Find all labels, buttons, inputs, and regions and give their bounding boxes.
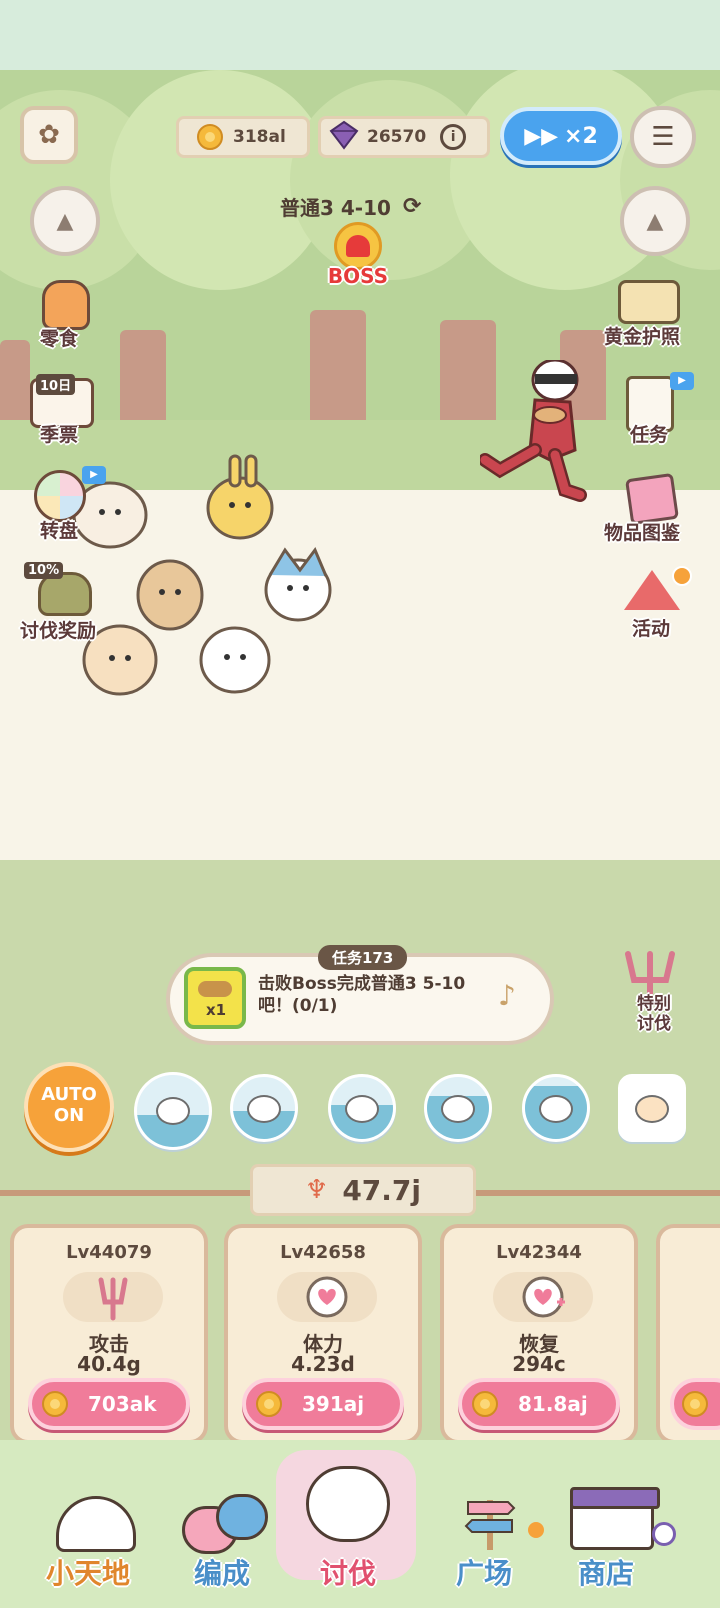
boss-button[interactable]: BOSS bbox=[322, 222, 394, 292]
coin-counter: 318al bbox=[176, 116, 310, 158]
upgrade-stamina-button[interactable]: 391aj bbox=[242, 1378, 404, 1430]
stat-level: Lv44079 bbox=[66, 1242, 152, 1263]
heart-plus-icon bbox=[493, 1272, 593, 1322]
special-raid-button[interactable]: 特别讨伐 bbox=[604, 950, 700, 1040]
gem-icon bbox=[329, 120, 359, 155]
info-icon[interactable]: i bbox=[440, 124, 467, 150]
passport-icon bbox=[618, 280, 680, 324]
gem-amount: 26570 bbox=[367, 127, 427, 147]
coin-icon bbox=[472, 1391, 498, 1417]
stat-value: 40.4g bbox=[77, 1352, 141, 1376]
notification-dot bbox=[672, 566, 692, 586]
gold-passport-button[interactable]: 黄金护照 bbox=[604, 278, 704, 358]
stat-card-partial bbox=[656, 1224, 720, 1444]
stat-level: Lv42658 bbox=[280, 1242, 366, 1263]
raid-reward-button[interactable]: 10% 讨伐奖励 bbox=[20, 562, 140, 646]
upgrade-recovery-button[interactable]: 81.8aj bbox=[458, 1378, 620, 1430]
upgrade-button-partial[interactable] bbox=[670, 1378, 720, 1430]
trident-icon bbox=[620, 950, 680, 997]
stat-card-stamina: Lv42658 体力 4.23d 391aj bbox=[224, 1224, 422, 1444]
nav-raid[interactable]: 讨伐 bbox=[270, 1444, 420, 1604]
speed-label: ×2 bbox=[564, 123, 598, 149]
total-power-plaque: ♆ 47.7j bbox=[250, 1164, 476, 1216]
speed-button[interactable]: ▶▶ ×2 bbox=[500, 107, 622, 165]
auto-state: ON bbox=[53, 1105, 85, 1126]
roulette-wheel-icon bbox=[34, 470, 86, 522]
nav-shop[interactable]: 商店 bbox=[560, 1486, 690, 1596]
coin-amount: 318al bbox=[233, 127, 286, 147]
party-slot-momonga[interactable] bbox=[328, 1074, 396, 1142]
stat-level: Lv42344 bbox=[496, 1242, 582, 1263]
party-slot-chiikawa[interactable] bbox=[522, 1074, 590, 1142]
fast-forward-icon: ▶▶ bbox=[524, 123, 559, 149]
heart-icon bbox=[277, 1272, 377, 1322]
roulette-button[interactable]: ▶ 转盘 bbox=[22, 466, 122, 546]
party-slot-hachiware[interactable] bbox=[134, 1072, 212, 1150]
arrow-up-icon: ▲ bbox=[646, 208, 664, 234]
coin-icon bbox=[42, 1391, 68, 1417]
arrow-up-icon: ▲ bbox=[56, 208, 74, 234]
party-slot-usagi[interactable] bbox=[230, 1074, 298, 1142]
snack-button[interactable]: 零食 bbox=[20, 280, 110, 360]
notification-dot bbox=[528, 1522, 544, 1538]
left-collapse-button[interactable]: ▲ bbox=[30, 186, 100, 256]
auto-label: AUTO bbox=[41, 1084, 97, 1105]
stat-value: 4.23d bbox=[291, 1352, 355, 1376]
video-ad-icon: ▶ bbox=[670, 372, 694, 390]
reward-qty: x1 bbox=[206, 1001, 227, 1019]
gem-counter: 26570 i bbox=[318, 116, 490, 158]
chiikawa-trident-icon bbox=[306, 1466, 390, 1542]
flame-trident-icon: ♆ bbox=[305, 1175, 329, 1205]
upgrade-cost: 391aj bbox=[302, 1392, 365, 1416]
menu-button[interactable]: ☰ bbox=[630, 106, 696, 168]
refresh-icon[interactable]: ⟳ bbox=[403, 194, 421, 219]
stat-card-attack: Lv44079 攻击 40.4g 703ak bbox=[10, 1224, 208, 1444]
mission-reward-slot: x1 bbox=[184, 967, 246, 1029]
reward-item-icon bbox=[198, 981, 232, 997]
enemy-ninja bbox=[478, 358, 590, 510]
nav-plaza[interactable]: 广场 bbox=[440, 1486, 550, 1596]
list-menu-icon: ☰ bbox=[651, 122, 675, 152]
boss-label: BOSS bbox=[327, 264, 389, 288]
nav-home[interactable]: 小天地 bbox=[40, 1486, 160, 1596]
coin-icon bbox=[682, 1391, 708, 1417]
auto-toggle-button[interactable]: AUTO ON bbox=[24, 1062, 114, 1152]
video-ad-icon: ▶ bbox=[82, 466, 106, 484]
total-power-value: 47.7j bbox=[342, 1173, 421, 1207]
stat-card-recovery: Lv42344 恢复 294c 81.8aj bbox=[440, 1224, 638, 1444]
profile-button[interactable]: ✿ bbox=[20, 106, 78, 164]
house-icon bbox=[56, 1496, 136, 1552]
attack-trident-icon bbox=[63, 1272, 163, 1322]
stat-value: 294c bbox=[512, 1352, 566, 1376]
season-pass-badge: 10日 bbox=[36, 374, 76, 395]
mission-text: 击败Boss完成普通3 5-10吧！(0/1) bbox=[258, 974, 466, 1016]
event-button[interactable]: 活动 bbox=[610, 566, 700, 650]
mission-tag: 任务173 bbox=[318, 945, 408, 970]
missions-button[interactable]: ▶ 任务 bbox=[614, 372, 704, 458]
item-collection-button[interactable]: 物品图鉴 bbox=[604, 472, 704, 552]
rabbit-avatar-icon: ✿ bbox=[38, 120, 60, 150]
mission-banner[interactable]: x1 任务173 击败Boss完成普通3 5-10吧！(0/1) ♪ bbox=[166, 945, 554, 1045]
stopwatch-icon bbox=[652, 1522, 676, 1546]
stage-label: 普通3 4-10 ⟳ bbox=[280, 194, 422, 220]
upgrade-cost: 81.8aj bbox=[518, 1392, 588, 1416]
upgrade-cost: 703ak bbox=[88, 1392, 157, 1416]
bell-icon: ♪ bbox=[498, 979, 516, 1012]
party-slot-kurimanju[interactable] bbox=[424, 1074, 492, 1142]
coin-icon bbox=[256, 1391, 282, 1417]
siren-icon bbox=[334, 222, 382, 270]
coin-icon bbox=[197, 124, 223, 150]
upgrade-attack-button[interactable]: 703ak bbox=[28, 1378, 190, 1430]
signpost-icon bbox=[460, 1492, 520, 1552]
party-slot-shisa[interactable] bbox=[618, 1074, 686, 1142]
snack-bag-icon bbox=[42, 280, 90, 330]
raid-reward-badge: 10% bbox=[24, 562, 64, 579]
right-collapse-button[interactable]: ▲ bbox=[620, 186, 690, 256]
season-pass-button[interactable]: 10日 季票 bbox=[22, 374, 112, 454]
shop-icon bbox=[570, 1487, 660, 1550]
